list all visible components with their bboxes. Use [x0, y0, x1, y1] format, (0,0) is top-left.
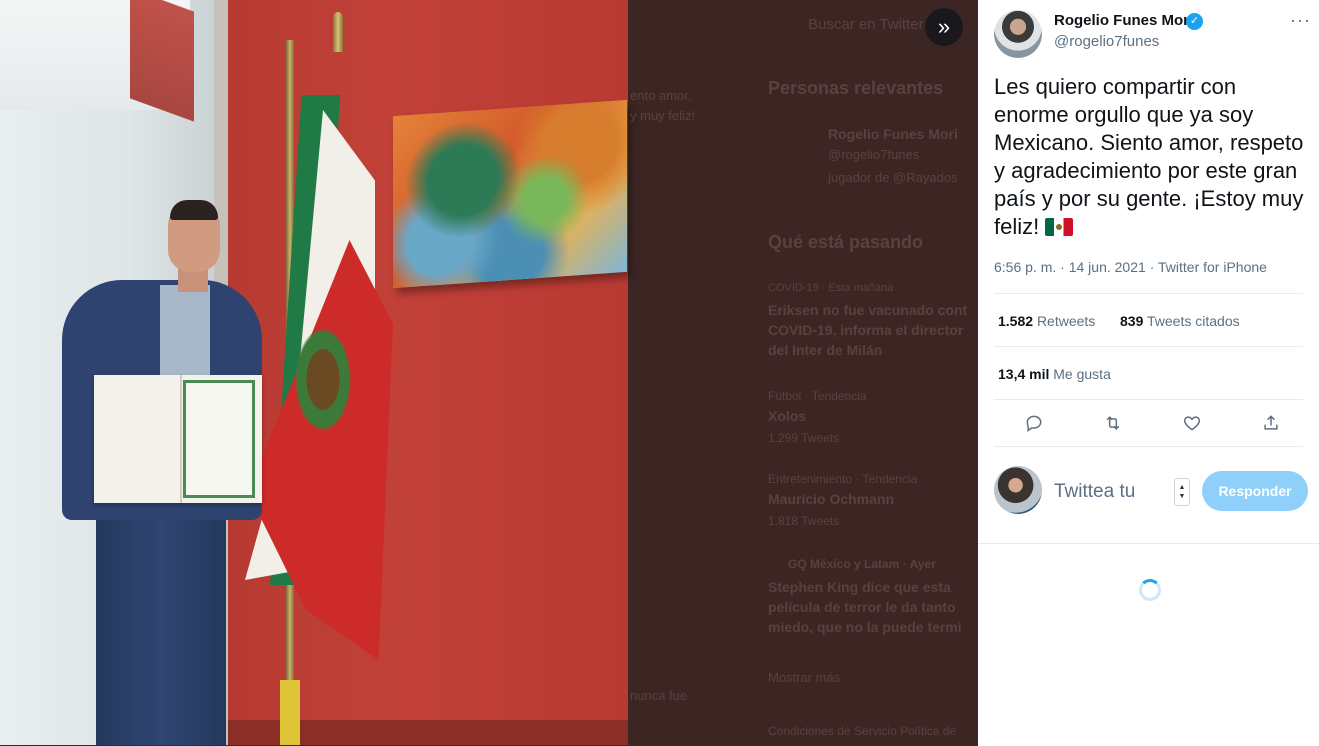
- flag-finial: [333, 12, 343, 52]
- retweet-icon[interactable]: [1098, 408, 1128, 438]
- author-name[interactable]: Rogelio Funes Mori: [1054, 12, 1193, 29]
- certificate-fold: [180, 375, 182, 503]
- tweet-photo: Buscar en Twitter Personas relevantes en…: [0, 0, 978, 745]
- person-legs: [96, 500, 226, 745]
- flag-pole-base: [280, 680, 300, 745]
- tweet-date[interactable]: 14 jun. 2021: [1069, 259, 1146, 275]
- tweet-source[interactable]: Twitter for iPhone: [1158, 259, 1267, 275]
- ghost-relevant-bio: jugador de @Rayados: [828, 170, 958, 185]
- retweets-label: Retweets: [1036, 313, 1096, 329]
- tweet-card: Rogelio Funes Mori ✓ @rogelio7funes ··· …: [978, 0, 1319, 531]
- ghost-trend-count: 1.299 Tweets: [768, 431, 840, 445]
- ghost-relevant-handle: @rogelio7funes: [828, 147, 920, 162]
- ghost-trend-meta: Fútbol · Tendencia: [768, 389, 867, 403]
- ghost-trend-title: Mauricio Ochmann: [768, 491, 895, 507]
- verified-badge-icon: ✓: [1186, 13, 1203, 30]
- divider: [994, 346, 1303, 347]
- ghost-trend-meta: GQ México y Latam · Ayer: [788, 557, 936, 571]
- tweet-meta: 6:56 p. m. · 14 jun. 2021 · Twitter for …: [994, 259, 1267, 275]
- tweet-time[interactable]: 6:56 p. m.: [994, 259, 1056, 275]
- loading-spinner-icon: [1139, 579, 1161, 601]
- ghost-trend-title: miedo, que no la puede termi: [768, 619, 962, 635]
- divider: [994, 293, 1303, 294]
- reply-input[interactable]: Twittea tu: [1054, 481, 1135, 503]
- retweets-stat[interactable]: 1.582 Retweets: [998, 313, 1095, 329]
- ghost-trend-title: COVID-19, informa el director: [768, 322, 964, 338]
- share-icon[interactable]: [1256, 408, 1286, 438]
- person-hair: [170, 200, 218, 220]
- ghost-footer: Condiciones de Servicio Política de: [768, 724, 957, 738]
- caret-down-icon[interactable]: ▼: [1179, 492, 1186, 501]
- coat-of-arms: [290, 330, 356, 440]
- likes-stat[interactable]: 13,4 mil Me gusta: [998, 366, 1111, 382]
- reply-icon[interactable]: [1019, 408, 1049, 438]
- divider: [994, 399, 1303, 400]
- ghost-fragment: ento amor,: [630, 88, 692, 103]
- mexico-flag-icon: [1045, 218, 1074, 236]
- tweet-detail-panel: Rogelio Funes Mori ✓ @rogelio7funes ··· …: [978, 0, 1319, 746]
- ghost-trend-title: del Inter de Milán: [768, 342, 883, 358]
- replies-section: [978, 543, 1319, 746]
- reply-button[interactable]: Responder: [1202, 471, 1308, 511]
- meta-separator: ·: [1149, 259, 1155, 275]
- ghost-trend-title: Xolos: [768, 408, 807, 424]
- quotes-count: 839: [1120, 313, 1144, 329]
- author-handle[interactable]: @rogelio7funes: [1054, 33, 1159, 50]
- ghost-trend-count: 1.818 Tweets: [768, 514, 840, 528]
- expand-chevrons-icon[interactable]: »: [925, 8, 963, 46]
- ghost-show-more: Mostrar más: [768, 670, 841, 685]
- current-user-avatar: [994, 466, 1042, 514]
- ghost-trend-title: Eriksen no fue vacunado cont: [768, 302, 968, 318]
- caret-up-icon[interactable]: ▲: [1179, 483, 1186, 492]
- certificate-page: [183, 380, 255, 498]
- ghost-trend-meta: COVID-19 · Esta mañana: [768, 282, 894, 294]
- ghost-fragment: y muy feliz!: [630, 108, 696, 123]
- ghost-search: Buscar en Twitter: [808, 16, 924, 33]
- author-avatar[interactable]: [994, 10, 1042, 58]
- abstract-painting: [393, 99, 627, 289]
- tweet-text: Les quiero compartir con enorme orgullo …: [994, 73, 1312, 241]
- ghost-trend-title: película de terror le da tanto: [768, 599, 956, 615]
- meta-separator: ·: [1060, 259, 1065, 275]
- ghost-fragment: nunca fue: [630, 688, 688, 703]
- more-options-icon[interactable]: ···: [1290, 10, 1311, 31]
- like-icon[interactable]: [1177, 408, 1207, 438]
- likes-label: Me gusta: [1053, 366, 1111, 382]
- ghost-trend-title: Stephen King dice que esta: [768, 579, 951, 595]
- quotes-label: Tweets citados: [1147, 313, 1240, 329]
- divider: [994, 446, 1303, 447]
- ghost-trending-header: Qué está pasando: [768, 232, 924, 252]
- likes-count: 13,4 mil: [998, 366, 1050, 382]
- ghost-relevant-header: Personas relevantes: [768, 78, 944, 98]
- tweet-body: Les quiero compartir con enorme orgullo …: [994, 74, 1304, 239]
- scroll-stepper[interactable]: ▲ ▼: [1174, 478, 1190, 506]
- person-shirt: [160, 285, 210, 385]
- ghost-relevant-name: Rogelio Funes Mori: [828, 126, 958, 142]
- ghost-trend-meta: Entretenimiento · Tendencia: [768, 472, 918, 486]
- retweets-count: 1.582: [998, 313, 1034, 329]
- quotes-stat[interactable]: 839 Tweets citados: [1120, 313, 1240, 329]
